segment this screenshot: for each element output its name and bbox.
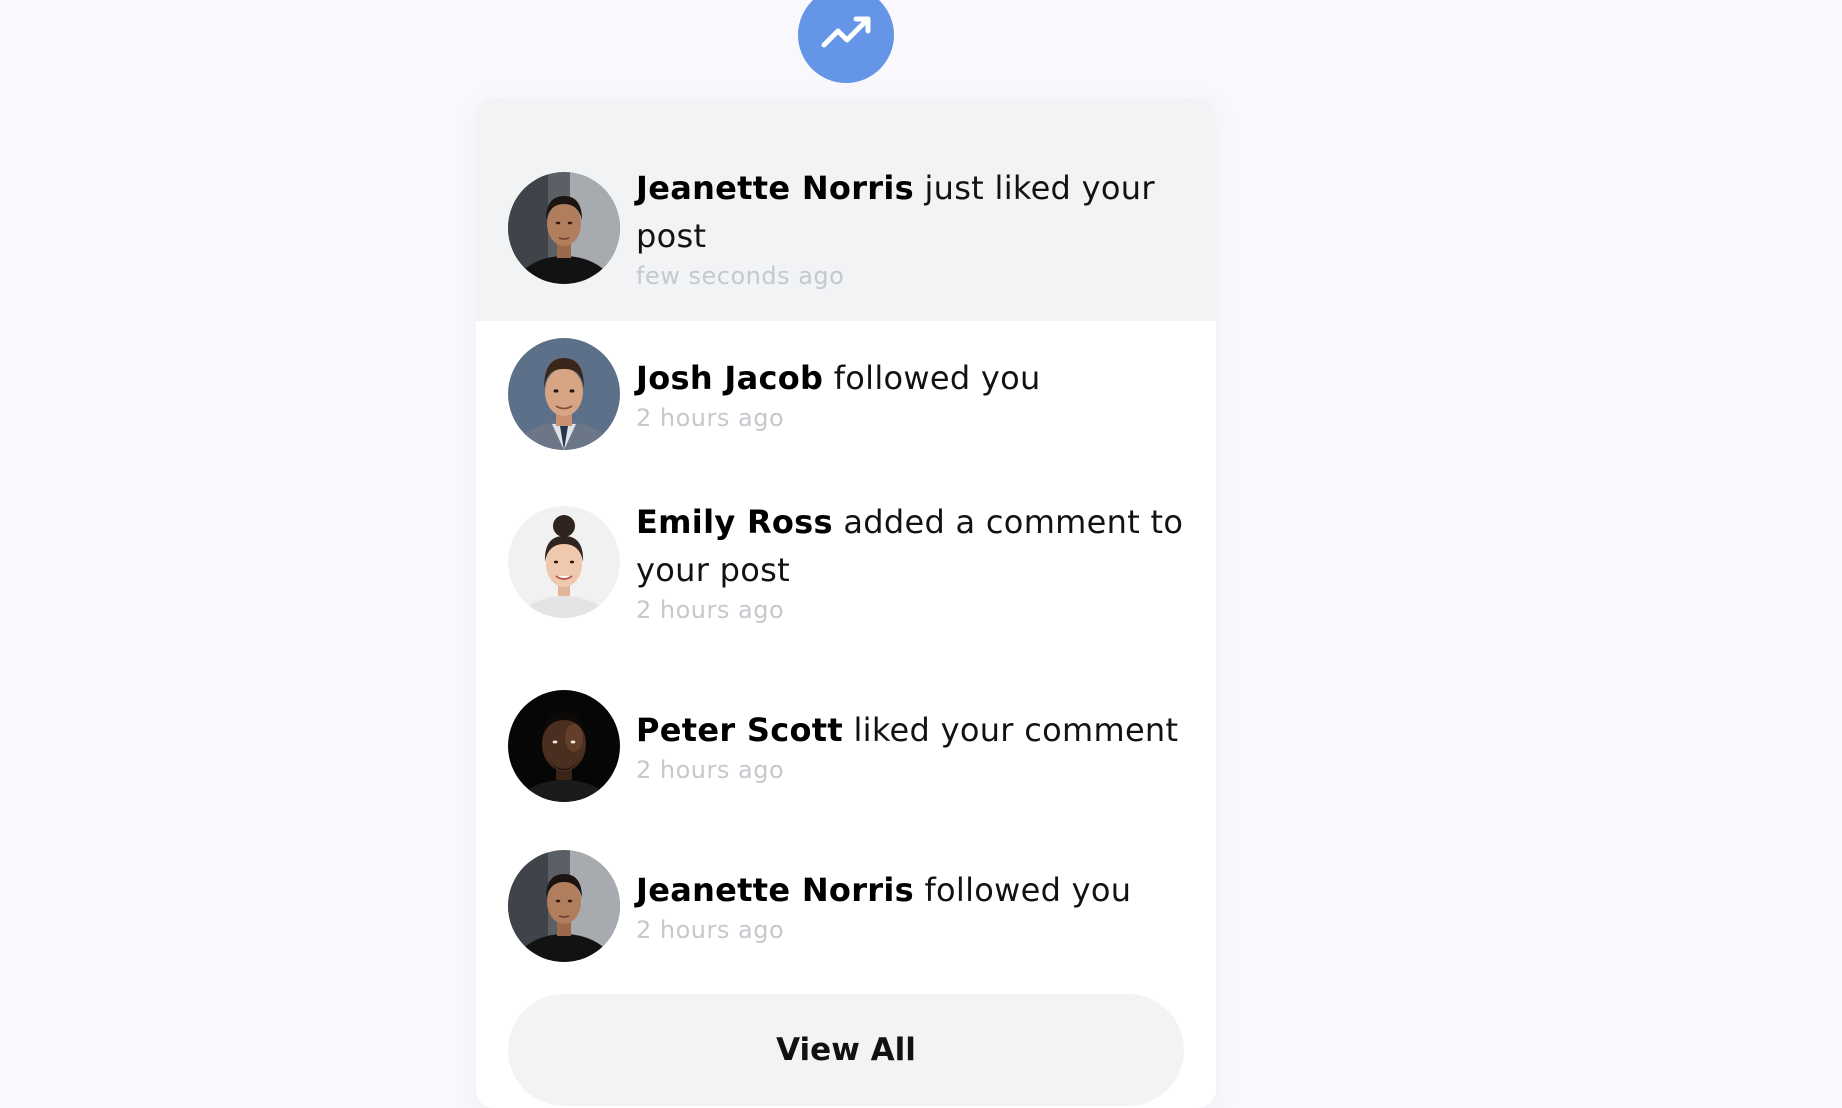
notification-user-name[interactable]: Peter Scott bbox=[636, 711, 843, 749]
notification-time: 2 hours ago bbox=[636, 596, 785, 624]
notification-action: followed you bbox=[823, 359, 1041, 397]
notification-user-name[interactable]: Josh Jacob bbox=[636, 359, 823, 397]
notification-content: Jeanette Norris followed you 2 hours ago bbox=[636, 866, 1196, 945]
notification-user-name[interactable]: Jeanette Norris bbox=[636, 169, 914, 207]
notification-message: Josh Jacob followed you bbox=[636, 354, 1196, 402]
notification-message: Jeanette Norris followed you bbox=[636, 866, 1196, 914]
notification-user-name[interactable]: Jeanette Norris bbox=[636, 871, 914, 909]
notifications-card: Jeanette Norris just liked your post few… bbox=[476, 98, 1216, 1108]
notification-content: Peter Scott liked your comment 2 hours a… bbox=[636, 706, 1196, 785]
notification-item[interactable]: Emily Ross added a comment to your post … bbox=[476, 481, 1216, 673]
avatar bbox=[508, 850, 620, 962]
notification-item[interactable]: Peter Scott liked your comment 2 hours a… bbox=[476, 673, 1216, 833]
notification-message: Emily Ross added a comment to your post bbox=[636, 498, 1196, 594]
notification-time: 2 hours ago bbox=[636, 756, 785, 784]
notification-time: 2 hours ago bbox=[636, 916, 785, 944]
notification-content: Emily Ross added a comment to your post … bbox=[636, 498, 1196, 625]
notifications-badge bbox=[798, 0, 894, 83]
notification-time: few seconds ago bbox=[636, 262, 845, 290]
view-all-button[interactable]: View All bbox=[508, 994, 1184, 1106]
notification-time: 2 hours ago bbox=[636, 404, 785, 432]
notification-user-name[interactable]: Emily Ross bbox=[636, 503, 833, 541]
trending-up-icon bbox=[821, 16, 871, 48]
notification-item[interactable]: Jeanette Norris just liked your post few… bbox=[476, 98, 1216, 321]
avatar bbox=[508, 338, 620, 450]
notification-action: liked your comment bbox=[842, 711, 1179, 749]
notification-content: Josh Jacob followed you 2 hours ago bbox=[636, 354, 1196, 433]
notification-message: Jeanette Norris just liked your post bbox=[636, 164, 1196, 260]
avatar bbox=[508, 690, 620, 802]
avatar bbox=[508, 172, 620, 284]
notification-item[interactable]: Josh Jacob followed you 2 hours ago bbox=[476, 321, 1216, 481]
notification-content: Jeanette Norris just liked your post few… bbox=[636, 164, 1196, 291]
notification-message: Peter Scott liked your comment bbox=[636, 706, 1196, 754]
avatar bbox=[508, 506, 620, 618]
notification-action: followed you bbox=[913, 871, 1132, 909]
notification-item[interactable]: Jeanette Norris followed you 2 hours ago bbox=[476, 833, 1216, 993]
